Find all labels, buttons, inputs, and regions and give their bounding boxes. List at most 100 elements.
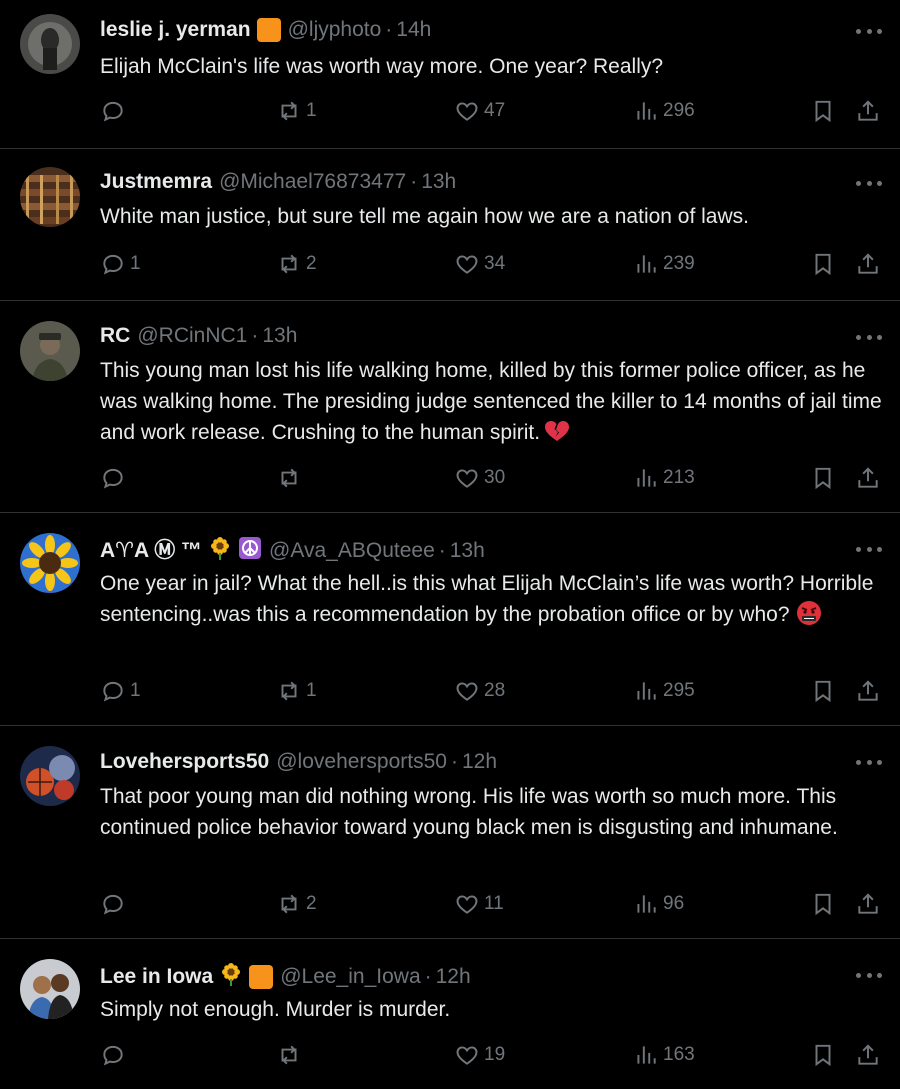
separator: ·: [410, 170, 418, 193]
action-bar: 2 11 96: [0, 891, 900, 921]
reply-button[interactable]: [100, 891, 130, 917]
avatar[interactable]: [20, 167, 80, 227]
retweet-button[interactable]: [276, 1042, 306, 1068]
author-name[interactable]: A♈A Ⓜ ™: [100, 538, 202, 564]
author-handle[interactable]: @ljyphoto: [288, 17, 382, 43]
author-name[interactable]: leslie j. yerman: [100, 17, 251, 43]
reply-button[interactable]: [100, 465, 130, 491]
more-options-icon[interactable]: [856, 26, 882, 36]
share-button[interactable]: [855, 678, 881, 704]
orange-square-badge-icon: [249, 965, 274, 989]
views-button[interactable]: 295: [633, 678, 695, 704]
analytics-icon: [637, 255, 656, 273]
author-handle[interactable]: @RCinNC1: [137, 323, 247, 349]
timestamp[interactable]: 13h: [421, 169, 456, 195]
retweet-button[interactable]: 1: [276, 678, 317, 704]
views-count: 239: [663, 253, 695, 274]
heart-icon: [456, 895, 478, 914]
bookmark-button[interactable]: [810, 251, 836, 277]
like-button[interactable]: 19: [454, 1042, 505, 1068]
reply-count: 1: [130, 680, 141, 701]
bookmark-button[interactable]: [810, 465, 836, 491]
bookmark-button[interactable]: [810, 98, 836, 124]
like-button[interactable]: 11: [454, 891, 504, 917]
share-button[interactable]: [855, 251, 881, 277]
more-options-icon[interactable]: [856, 757, 882, 767]
views-count: 295: [663, 680, 695, 701]
retweet-button[interactable]: [276, 465, 306, 491]
author-name[interactable]: Justmemra: [100, 169, 212, 195]
bookmark-button[interactable]: [810, 891, 836, 917]
author-handle[interactable]: @Ava_ABQuteee: [269, 538, 435, 564]
reply-count: 1: [130, 253, 141, 274]
bookmark-button[interactable]: [810, 1042, 836, 1068]
retweet-icon: [281, 254, 297, 274]
views-count: 163: [663, 1044, 695, 1065]
views-button[interactable]: 239: [633, 251, 695, 277]
views-count: 96: [663, 893, 685, 914]
tweet[interactable]: RC @RCinNC1 · 13h This young man lost hi…: [0, 301, 900, 513]
views-button[interactable]: 213: [633, 465, 695, 491]
timestamp[interactable]: 12h: [462, 749, 497, 775]
author-handle[interactable]: @Lee_in_Iowa: [280, 964, 420, 990]
reply-button[interactable]: [100, 98, 130, 124]
share-button[interactable]: [855, 465, 881, 491]
reply-button[interactable]: [100, 1042, 130, 1068]
avatar[interactable]: [20, 746, 80, 806]
views-button[interactable]: 96: [633, 891, 684, 917]
avatar[interactable]: [20, 14, 80, 74]
orange-square-badge-icon: [256, 18, 281, 42]
avatar[interactable]: [20, 959, 80, 1019]
tweet[interactable]: Justmemra @Michael76873477 · 13h White m…: [0, 149, 900, 301]
tweet[interactable]: Lovehersports50 @lovehersports50 · 12h T…: [0, 726, 900, 939]
like-count: 30: [484, 467, 506, 488]
like-button[interactable]: 34: [454, 251, 505, 277]
views-count: 296: [663, 100, 695, 121]
retweet-count: 2: [306, 253, 317, 274]
author-name[interactable]: Lovehersports50: [100, 749, 269, 775]
avatar[interactable]: [20, 533, 80, 593]
tweet[interactable]: Lee in Iowa @Lee_in_Iowa · 12h Simply no…: [0, 939, 900, 1089]
heart-icon: [456, 102, 478, 121]
author-name[interactable]: Lee in Iowa: [100, 964, 213, 990]
more-options-icon[interactable]: [856, 178, 882, 188]
timestamp[interactable]: 13h: [450, 538, 485, 564]
share-icon: [858, 100, 878, 121]
like-button[interactable]: 30: [454, 465, 505, 491]
more-options-icon[interactable]: [856, 332, 882, 342]
timestamp[interactable]: 14h: [396, 17, 431, 43]
avatar[interactable]: [20, 321, 80, 381]
reply-icon: [103, 101, 123, 122]
views-button[interactable]: 296: [633, 98, 695, 124]
tweet-text: Elijah McClain's life was worth way more…: [100, 55, 664, 78]
author-handle[interactable]: @Michael76873477: [219, 169, 406, 195]
retweet-icon: [281, 681, 297, 701]
retweet-icon: [281, 468, 297, 488]
timestamp[interactable]: 13h: [262, 323, 297, 349]
reply-icon: [103, 894, 123, 915]
more-options-icon[interactable]: [856, 544, 882, 554]
timestamp[interactable]: 12h: [436, 964, 471, 990]
author-handle[interactable]: @lovehersports50: [276, 749, 447, 775]
share-button[interactable]: [855, 98, 881, 124]
like-button[interactable]: 28: [454, 678, 505, 704]
tweet[interactable]: leslie j. yerman @ljyphoto · 14h Elijah …: [0, 0, 900, 149]
more-options-icon[interactable]: [856, 970, 882, 980]
retweet-button[interactable]: 2: [276, 891, 317, 917]
reply-button[interactable]: 1: [100, 678, 141, 704]
tweet-text: That poor young man did nothing wrong. H…: [100, 785, 838, 839]
views-button[interactable]: 163: [633, 1042, 695, 1068]
tweet[interactable]: A♈A Ⓜ ™ @Ava_ABQuteee · 13h One year in …: [0, 513, 900, 726]
like-button[interactable]: 47: [454, 98, 505, 124]
bookmark-icon: [815, 100, 831, 123]
retweet-button[interactable]: 1: [276, 98, 317, 124]
retweet-button[interactable]: 2: [276, 251, 317, 277]
share-button[interactable]: [855, 891, 881, 917]
author-name[interactable]: RC: [100, 323, 130, 349]
reply-button[interactable]: 1: [100, 251, 141, 277]
like-count: 47: [484, 100, 506, 121]
action-bar: 19 163: [0, 1042, 900, 1072]
bookmark-icon: [815, 893, 831, 916]
share-button[interactable]: [855, 1042, 881, 1068]
bookmark-button[interactable]: [810, 678, 836, 704]
